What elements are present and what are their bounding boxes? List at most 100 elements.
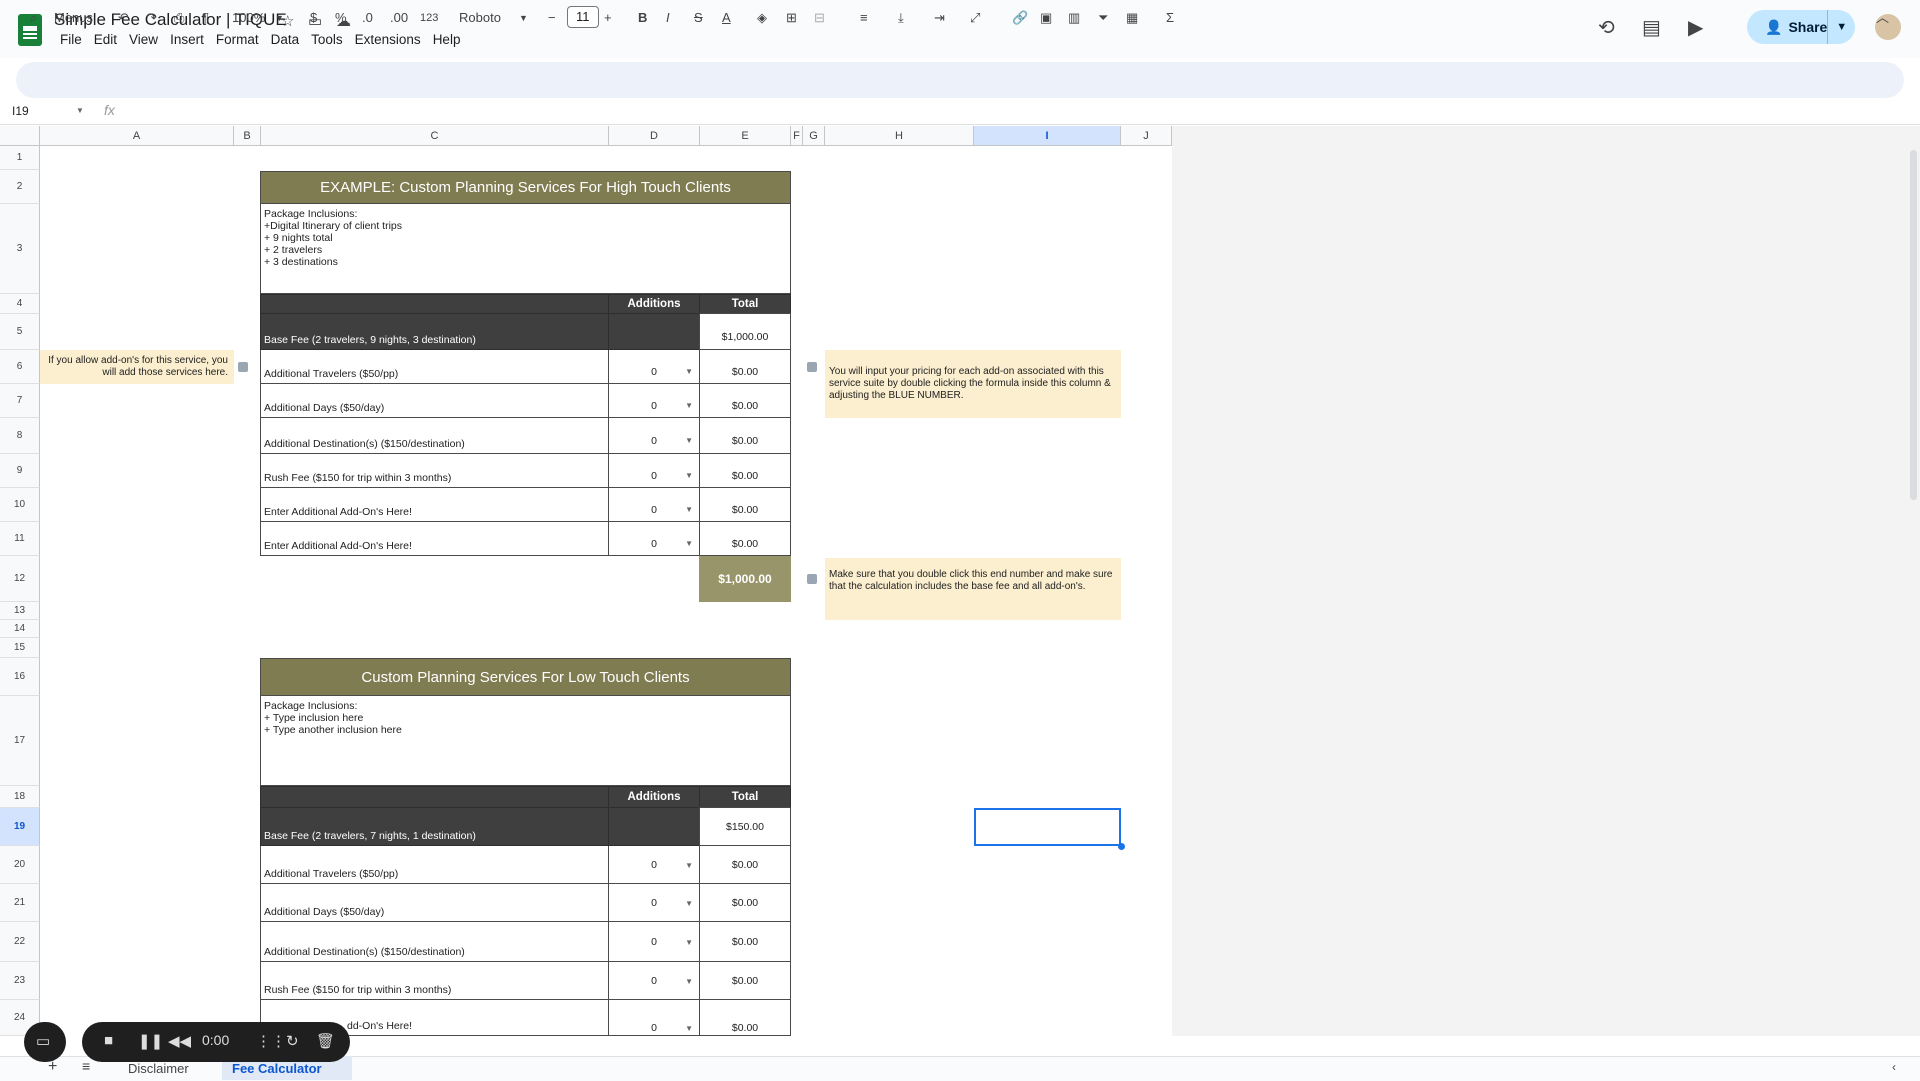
bold-button[interactable]: B [638, 8, 647, 28]
row-header-8[interactable]: 8 [0, 418, 40, 454]
font-size-input[interactable]: 11 [567, 6, 599, 28]
strikethrough-button[interactable]: S [694, 8, 703, 28]
table1-inclusions[interactable]: Package Inclusions: +Digital Itinerary o… [260, 203, 791, 294]
note-right-pricing[interactable]: You will input your pricing for each add… [825, 350, 1121, 418]
table1-item-total[interactable]: $0.00 [699, 418, 791, 454]
column-header-c[interactable]: C [261, 126, 609, 146]
table2-base-label[interactable]: Base Fee (2 travelers, 7 nights, 1 desti… [260, 807, 609, 846]
row-header-6[interactable]: 6 [0, 350, 40, 384]
row-header-15[interactable]: 15 [0, 638, 40, 658]
row-header-2[interactable]: 2 [0, 170, 40, 204]
table1-item-label[interactable]: Additional Travelers ($50/pp) [260, 350, 609, 384]
row-header-22[interactable]: 22 [0, 922, 40, 962]
table1-item-label[interactable]: Rush Fee ($150 for trip within 3 months) [260, 454, 609, 488]
table2-item-qty[interactable]: 0 ▼ [608, 884, 700, 922]
table1-base-additions[interactable] [608, 313, 700, 350]
table2-inclusions[interactable]: Package Inclusions: + Type inclusion her… [260, 695, 791, 786]
dropdown-chevron-icon[interactable]: ▼ [685, 539, 693, 548]
row-header-19[interactable]: 19 [0, 808, 40, 846]
table2-item-label[interactable]: Additional Destination(s) ($150/destinat… [260, 922, 609, 962]
text-rotation-icon[interactable]: ⤢ [970, 8, 980, 28]
italic-button[interactable]: I [666, 8, 670, 28]
restart-icon[interactable]: ↻ [286, 1032, 299, 1050]
table1-item-qty[interactable]: 0 ▼ [608, 522, 700, 556]
table1-item-label[interactable]: Enter Additional Add-On's Here! [260, 522, 609, 556]
table1-item-total[interactable]: $0.00 [699, 522, 791, 556]
text-color-button[interactable]: A [722, 8, 731, 28]
column-header-g[interactable]: G [803, 126, 825, 146]
note-right-total[interactable]: Make sure that you double click this end… [825, 558, 1121, 620]
merge-cells-icon[interactable]: ⊟ [814, 8, 825, 28]
pause-icon[interactable]: ❚❚ [138, 1032, 163, 1050]
table1-base-total[interactable]: $1,000.00 [699, 313, 791, 350]
row-header-12[interactable]: 12 [0, 556, 40, 602]
dropdown-chevron-icon[interactable]: ▼ [685, 367, 693, 376]
menus-search[interactable]: Menus [54, 8, 93, 28]
table2-item-total[interactable]: $0.00 [699, 922, 791, 962]
dropdown-chevron-icon[interactable]: ▼ [685, 977, 693, 986]
row-header-11[interactable]: 11 [0, 522, 40, 556]
row-header-13[interactable]: 13 [0, 602, 40, 620]
version-history-icon[interactable]: ⟲ [1598, 15, 1615, 40]
font-chevron-icon[interactable]: ▼ [519, 8, 528, 28]
paint-format-icon[interactable]: ¶ [202, 8, 209, 28]
note-icon[interactable] [807, 574, 817, 584]
menu-help[interactable]: Help [427, 32, 467, 47]
row-header-21[interactable]: 21 [0, 884, 40, 922]
column-header-b[interactable]: B [234, 126, 261, 146]
decrease-decimal[interactable]: .0 [362, 8, 373, 28]
delete-icon[interactable]: 🗑 [316, 1032, 335, 1050]
menu-tools[interactable]: Tools [305, 32, 349, 47]
table1-item-total[interactable]: $0.00 [699, 488, 791, 522]
dropdown-chevron-icon[interactable]: ▼ [685, 899, 693, 908]
fill-color-icon[interactable]: ◈ [757, 8, 767, 28]
name-box-chevron-icon[interactable]: ▼ [76, 106, 84, 115]
menu-file[interactable]: File [54, 32, 88, 47]
print-icon[interactable]: ⎙ [174, 8, 184, 28]
filter-views-icon[interactable]: ▦ [1126, 8, 1138, 28]
table1-item-label[interactable]: Enter Additional Add-On's Here! [260, 488, 609, 522]
share-dropdown-icon[interactable]: ▼ [1827, 10, 1855, 44]
row-header-10[interactable]: 10 [0, 488, 40, 522]
note-icon[interactable] [238, 362, 248, 372]
font-select[interactable]: Roboto [459, 8, 501, 28]
table2-base-total[interactable]: $150.00 [699, 807, 791, 846]
rewind-icon[interactable]: ◀◀ [168, 1032, 191, 1050]
search-icon[interactable]: ⌕ [30, 8, 37, 28]
row-header-9[interactable]: 9 [0, 454, 40, 488]
table1-title[interactable]: EXAMPLE: Custom Planning Services For Hi… [260, 171, 791, 204]
number-format[interactable]: 123 [420, 8, 438, 28]
column-header-j[interactable]: J [1121, 126, 1172, 146]
note-left-addons[interactable]: If you allow add-on's for this service, … [40, 350, 234, 384]
menu-format[interactable]: Format [210, 32, 265, 47]
dropdown-chevron-icon[interactable]: ▼ [685, 505, 693, 514]
table1-item-qty[interactable]: 0 ▼ [608, 454, 700, 488]
table2-item-qty[interactable]: 0 ▼ [608, 962, 700, 1000]
select-all-corner[interactable] [0, 126, 40, 146]
dropdown-chevron-icon[interactable]: ▼ [685, 861, 693, 870]
collapse-toolbar-icon[interactable]: ︿ [1876, 8, 1889, 28]
table1-item-total[interactable]: $0.00 [699, 454, 791, 488]
functions-button[interactable]: Σ [1166, 8, 1174, 28]
table1-item-total[interactable]: $0.00 [699, 384, 791, 418]
font-size-increase-icon[interactable]: + [604, 8, 612, 28]
column-header-h[interactable]: H [825, 126, 974, 146]
row-header-14[interactable]: 14 [0, 620, 40, 638]
menu-view[interactable]: View [123, 32, 164, 47]
dropdown-chevron-icon[interactable]: ▼ [685, 938, 693, 947]
table2-item-total[interactable]: $0.00 [699, 884, 791, 922]
menu-insert[interactable]: Insert [164, 32, 210, 47]
drag-handle-icon[interactable]: ⋮⋮ [256, 1032, 286, 1050]
insert-comment-icon[interactable]: ▣ [1040, 8, 1052, 28]
font-size-decrease-icon[interactable]: − [548, 8, 556, 28]
table2-title[interactable]: Custom Planning Services For Low Touch C… [260, 658, 791, 696]
table2-item-label[interactable]: Rush Fee ($150 for trip within 3 months) [260, 962, 609, 1000]
name-box[interactable]: I19 [12, 104, 29, 118]
column-header-i[interactable]: I [974, 126, 1121, 146]
table2-item-label[interactable]: Additional Travelers ($50/pp) [260, 846, 609, 884]
selected-cell-i19[interactable] [974, 808, 1121, 846]
table2-base-additions[interactable] [608, 807, 700, 846]
borders-icon[interactable]: ⊞ [786, 8, 797, 28]
all-sheets-icon[interactable]: ≡ [82, 1058, 90, 1074]
dropdown-chevron-icon[interactable]: ▼ [685, 471, 693, 480]
